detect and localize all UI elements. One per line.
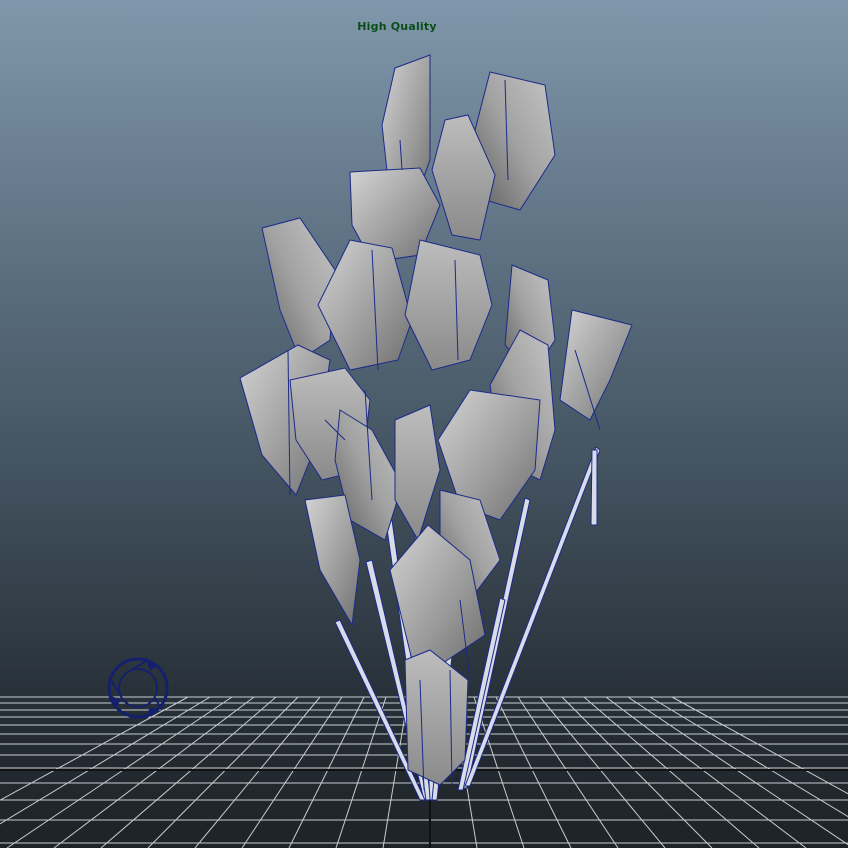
grid-line-v [627,696,848,846]
leaf [404,649,469,786]
plant-leaves [239,54,633,786]
grid-line-v [583,696,760,848]
view-navigation-icon[interactable] [107,656,169,720]
3d-viewport[interactable]: High Quality [0,0,848,848]
leaf [394,404,441,542]
grid-line-v [649,696,848,818]
grid-line-v [335,696,387,848]
grid-line-v [605,696,807,848]
gizmo-ring-outer [107,657,169,719]
grid-line-v [671,696,848,795]
leaf [404,239,493,371]
grid-line-v [147,696,299,848]
gizmo-ring-inner [118,668,158,708]
grid-line-v [100,696,277,848]
scene-canvas[interactable] [0,0,848,848]
grid-line-v [0,696,189,801]
stem [590,449,598,526]
leaf [317,239,413,371]
grid-line-v [53,696,255,848]
leaf [559,309,633,421]
hud-display-quality-label: High Quality [357,20,437,33]
grid-line-v [6,696,233,848]
grid-line-v [0,696,211,825]
leaf [261,217,336,361]
grid-line-v [561,696,713,848]
